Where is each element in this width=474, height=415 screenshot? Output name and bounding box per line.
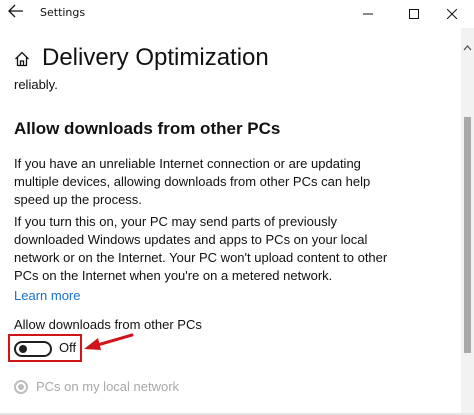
- paragraph-line: downloaded Windows updates and apps to P…: [14, 232, 368, 247]
- scrolled-content: reliably.: [14, 76, 454, 94]
- close-button[interactable]: [430, 0, 474, 28]
- truncated-line: reliably.: [14, 77, 58, 92]
- description-paragraph-2: If you turn this on, your PC may send pa…: [14, 213, 454, 305]
- allow-downloads-toggle[interactable]: [14, 341, 52, 357]
- minimize-button[interactable]: [346, 0, 390, 28]
- paragraph-line: multiple devices, allowing downloads fro…: [14, 174, 371, 189]
- paragraph-line: PCs on the Internet when you're on a met…: [14, 268, 333, 283]
- page-title: Delivery Optimization: [42, 44, 269, 71]
- learn-more-link[interactable]: Learn more: [14, 288, 80, 303]
- minimize-icon: [363, 13, 373, 15]
- toggle-highlight-box: Off: [8, 334, 82, 362]
- paragraph-line: If you have an unreliable Internet conne…: [14, 156, 361, 171]
- radio-local-network: PCs on my local network: [14, 378, 314, 396]
- toggle-knob: [19, 345, 27, 353]
- red-arrow-icon: [84, 333, 134, 350]
- maximize-icon: [409, 9, 419, 19]
- paragraph-line: network or on the Internet. Your PC won'…: [14, 250, 388, 265]
- title-bar: Settings: [0, 0, 474, 28]
- section-heading: Allow downloads from other PCs: [14, 119, 281, 138]
- description-paragraph-1: If you have an unreliable Internet conne…: [14, 155, 454, 209]
- radio-dot: [18, 384, 24, 390]
- vertical-scrollbar[interactable]: [461, 28, 474, 415]
- back-arrow-icon: [8, 4, 23, 18]
- radio-label: PCs on my local network: [36, 379, 180, 394]
- toggle-state: Off: [59, 340, 77, 355]
- back-button[interactable]: [8, 4, 34, 24]
- scroll-up-icon[interactable]: [463, 44, 472, 52]
- radio-button: [14, 380, 28, 394]
- close-icon: [447, 9, 457, 19]
- paragraph-line: If you turn this on, your PC may send pa…: [14, 214, 337, 229]
- paragraph-line: speed up the process.: [14, 192, 142, 207]
- toggle-label: Allow downloads from other PCs: [14, 317, 202, 332]
- page-header: Delivery Optimization: [14, 44, 454, 76]
- scroll-thumb[interactable]: [464, 117, 471, 353]
- window-title: Settings: [40, 6, 86, 19]
- home-icon[interactable]: [14, 51, 30, 67]
